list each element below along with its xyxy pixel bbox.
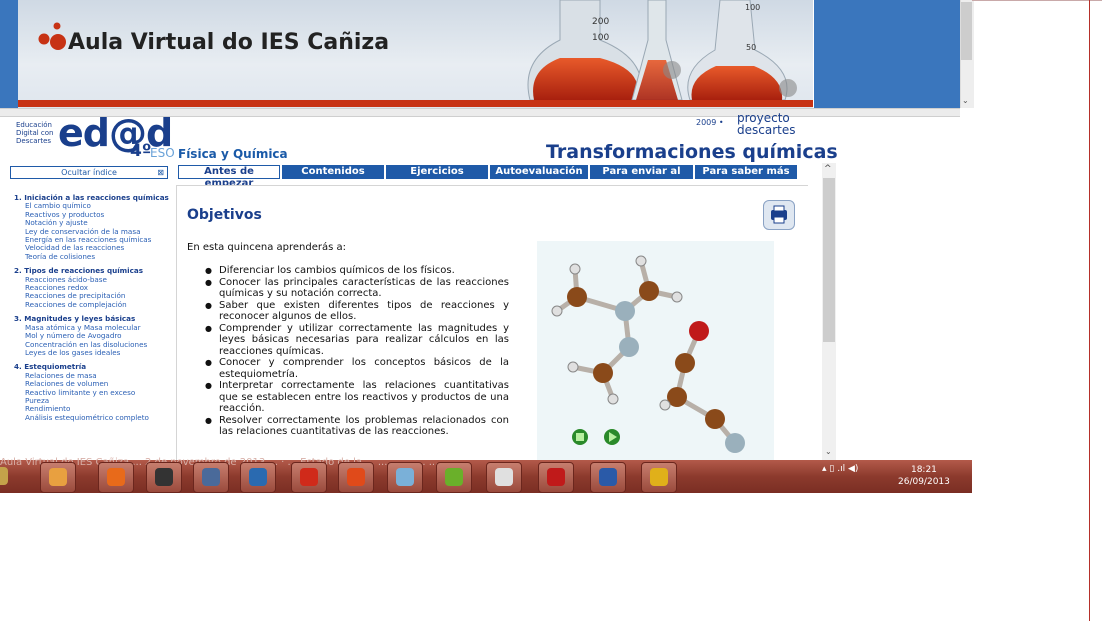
taskbar-button-speaker[interactable] bbox=[146, 462, 182, 493]
objective-item: Saber que existen diferentes tipos de re… bbox=[205, 300, 509, 323]
sidebar-item[interactable]: Teoría de colisiones bbox=[14, 252, 174, 261]
page-right-border bbox=[1089, 0, 1090, 621]
taskbar-button-java[interactable] bbox=[486, 462, 522, 493]
play-button[interactable] bbox=[604, 429, 620, 445]
printer-icon bbox=[771, 205, 787, 224]
objective-item: Conocer las principales características … bbox=[205, 277, 509, 300]
svg-text:100: 100 bbox=[745, 3, 760, 12]
year-label: 2009 • bbox=[696, 118, 724, 127]
objective-item: Resolver correctamente los problemas rel… bbox=[205, 415, 509, 438]
flasks-image: 200 100 100 50 bbox=[527, 0, 797, 100]
hide-index-button[interactable]: Ocultar índice ⊠ bbox=[10, 166, 168, 179]
dreamweaver-icon bbox=[445, 468, 463, 486]
filezilla-icon bbox=[547, 468, 565, 486]
unit-title: Transformaciones químicas bbox=[546, 141, 838, 163]
document-icon bbox=[599, 468, 617, 486]
objective-item: Comprender y utilizar correctamente las … bbox=[205, 323, 509, 358]
clock-date: 26/09/2013 bbox=[898, 477, 950, 487]
tab-contenidos[interactable]: Contenidos bbox=[282, 165, 384, 179]
svg-text:100: 100 bbox=[592, 33, 609, 43]
taskbar-button-firefox[interactable] bbox=[98, 462, 134, 493]
signal-icon[interactable]: .ıl bbox=[837, 464, 845, 474]
taskbar-button-virtualbox[interactable] bbox=[240, 462, 276, 493]
virtualbox-icon bbox=[249, 468, 267, 486]
power-icon bbox=[300, 468, 318, 486]
grade-label: 4º bbox=[130, 141, 152, 161]
status-overlay-text: Aula Virtual do IES Cañiza ... 2 de nove… bbox=[0, 457, 439, 468]
edad-tagline: Educación Digital con Descartes bbox=[16, 121, 54, 145]
taskbar-button-file-manager[interactable] bbox=[0, 462, 16, 491]
tab-autoevaluación[interactable]: Autoevaluación bbox=[490, 165, 588, 179]
svg-text:200: 200 bbox=[592, 17, 609, 27]
taskbar-button-calculator[interactable] bbox=[193, 462, 229, 493]
taskbar-button-notes[interactable] bbox=[387, 462, 423, 493]
file-manager-icon bbox=[0, 467, 8, 485]
sidebar-item[interactable]: Leyes de los gases ideales bbox=[14, 348, 174, 357]
banner-scrollbar-thumb[interactable] bbox=[961, 2, 972, 60]
subject-title: Física y Química bbox=[178, 147, 288, 161]
objectives-intro: En esta quincena aprenderás a: bbox=[187, 242, 347, 253]
taskbar-button-filezilla[interactable] bbox=[538, 462, 574, 493]
sidebar-item[interactable]: Análisis estequiométrico completo bbox=[14, 413, 174, 422]
taskbar-button-fireworks[interactable] bbox=[641, 462, 677, 493]
taskbar-button-power[interactable] bbox=[291, 462, 327, 493]
network-icon[interactable]: ▯ bbox=[829, 464, 834, 474]
system-tray[interactable]: ▴ ▯ .ıl ◀) bbox=[822, 464, 858, 474]
index-sidebar: 1. Iniciación a las reacciones químicas E… bbox=[14, 193, 174, 422]
proyecto-descartes-logo[interactable]: proyecto descartes bbox=[737, 112, 795, 136]
page-top-border bbox=[972, 0, 1102, 1]
stop-button[interactable] bbox=[572, 429, 588, 445]
scroll-up-arrow-icon[interactable]: ^ bbox=[824, 164, 832, 174]
firefox-icon bbox=[107, 468, 125, 486]
scroll-down-arrow-icon[interactable]: ⌄ bbox=[825, 447, 832, 456]
java-icon bbox=[495, 468, 513, 486]
svg-text:50: 50 bbox=[746, 43, 756, 52]
content-right-margin bbox=[808, 178, 822, 460]
site-title[interactable]: Aula Virtual do IES Cañiza bbox=[68, 30, 389, 55]
objective-item: Interpretar correctamente las relaciones… bbox=[205, 380, 509, 415]
clock-time: 18:21 bbox=[910, 465, 937, 475]
print-button[interactable] bbox=[763, 200, 795, 230]
objective-item: Conocer y comprender los conceptos básic… bbox=[205, 357, 509, 380]
objectives-title: Objetivos bbox=[187, 207, 262, 223]
tab-para-saber-más[interactable]: Para saber más bbox=[695, 165, 797, 179]
tab-para-enviar-al-tutor[interactable]: Para enviar al tutor bbox=[590, 165, 693, 191]
notes-icon bbox=[396, 468, 414, 486]
taskbar-clock[interactable]: 18:21 26/09/2013 bbox=[898, 464, 950, 488]
site-logo-icon bbox=[38, 22, 66, 50]
sidebar-item[interactable]: Reacciones de complejación bbox=[14, 300, 174, 309]
eso-label: ESO bbox=[150, 146, 175, 160]
volume-icon[interactable]: ◀) bbox=[848, 464, 858, 474]
banner-left-panel bbox=[0, 0, 18, 108]
scroll-down-arrow-icon[interactable]: ⌄ bbox=[962, 96, 969, 105]
taskbar-button-flash[interactable] bbox=[338, 462, 374, 493]
content-scrollbar-thumb[interactable] bbox=[823, 178, 835, 342]
speaker-icon bbox=[155, 468, 173, 486]
tab-ejercicios[interactable]: Ejercicios bbox=[386, 165, 488, 179]
objective-item: Diferenciar los cambios químicos de los … bbox=[205, 265, 509, 277]
taskbar-button-media-player[interactable] bbox=[40, 462, 76, 493]
animation-controls bbox=[572, 429, 620, 445]
section-tabs: Antes de empezar Contenidos Ejercicios Auto… bbox=[178, 165, 797, 191]
calculator-icon bbox=[202, 468, 220, 486]
media-player-icon bbox=[49, 468, 67, 486]
flash-icon bbox=[347, 468, 365, 486]
banner-red-bar bbox=[18, 100, 813, 107]
banner-right-panel bbox=[814, 0, 960, 108]
close-box-icon: ⊠ bbox=[157, 168, 164, 177]
fireworks-icon bbox=[650, 468, 668, 486]
taskbar-button-dreamweaver[interactable] bbox=[436, 462, 472, 493]
taskbar-button-document[interactable] bbox=[590, 462, 626, 493]
objectives-list: Diferenciar los cambios químicos de los … bbox=[205, 265, 509, 438]
tab-antes-de-empezar[interactable]: Antes de empezar bbox=[178, 165, 280, 189]
